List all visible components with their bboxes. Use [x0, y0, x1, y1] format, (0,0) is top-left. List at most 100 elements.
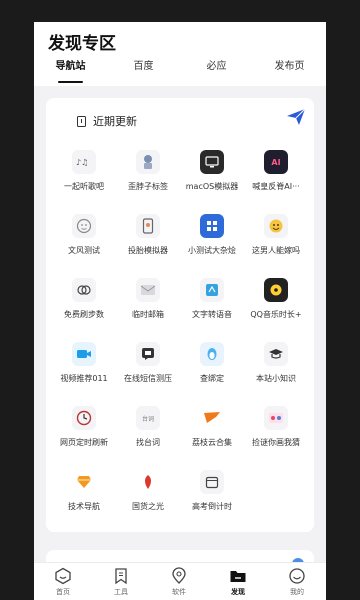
nav-label: 软件 — [172, 588, 186, 596]
folder-icon — [230, 571, 246, 582]
music-disc-icon — [264, 278, 288, 302]
app-label: 技术导航 — [68, 502, 100, 511]
app-item[interactable]: 文字转语音 — [180, 278, 244, 326]
ai-badge-text: AI — [271, 157, 281, 167]
app-label: 高考倒计时 — [192, 502, 232, 511]
app-item[interactable]: 本站小知识 — [244, 342, 308, 390]
mail-icon — [136, 278, 160, 302]
nav-item-mine[interactable]: 我的 — [268, 563, 326, 600]
phone-screen: 发现专区 导航站 百度 必应 发布页 近期更新 ♪♫ 一起听歌吧 歪脖子标签 m… — [34, 22, 326, 600]
nav-item-tools[interactable]: 工具 — [92, 563, 150, 600]
nav-label: 我的 — [290, 588, 304, 596]
app-item[interactable]: 临时邮箱 — [116, 278, 180, 326]
graduation-cap-icon — [264, 342, 288, 366]
app-item[interactable]: macOS模拟器 — [180, 150, 244, 198]
tab-release-page[interactable]: 发布页 — [253, 58, 326, 76]
nav-item-discover[interactable]: 发现 — [209, 563, 267, 600]
script-icon-text: 台词 — [141, 415, 154, 423]
app-item[interactable]: 查绑定 — [180, 342, 244, 390]
location-icon — [172, 567, 186, 584]
tab-bing[interactable]: 必应 — [180, 58, 253, 76]
svg-text:♪♫: ♪♫ — [76, 158, 88, 167]
timer-icon — [72, 406, 96, 430]
leaf-icon — [136, 470, 160, 494]
app-label: 小测试大杂烩 — [188, 246, 236, 255]
bottom-navigation: 首页 工具 软件 发现 我的 — [34, 562, 326, 600]
app-label: 视频推荐011 — [60, 374, 108, 383]
steps-icon — [72, 278, 96, 302]
app-label: 歪脖子标签 — [128, 182, 168, 191]
recent-updates-card: 近期更新 ♪♫ 一起听歌吧 歪脖子标签 macOS模拟器 AI 喊皇反脊AI··… — [46, 98, 314, 532]
app-label: 文风测试 — [68, 246, 100, 255]
app-label: 在线短信测压 — [124, 374, 172, 383]
app-label: 这男人能嫁吗 — [252, 246, 300, 255]
app-item[interactable]: QQ音乐时长+ — [244, 278, 308, 326]
app-item[interactable]: 台词 找台词 — [116, 406, 180, 454]
app-label: 本站小知识 — [256, 374, 296, 383]
app-label: 查绑定 — [200, 374, 224, 383]
app-label: 国货之光 — [132, 502, 164, 511]
header: 发现专区 导航站 百度 必应 发布页 — [34, 22, 326, 86]
card-header: 近期更新 — [77, 113, 137, 129]
app-label: 捡谜你画我猜 — [252, 438, 300, 447]
qq-penguin-icon — [200, 342, 224, 366]
tab-navigation-station[interactable]: 导航站 — [34, 58, 107, 76]
app-item[interactable]: 高考倒计时 — [180, 470, 244, 518]
nav-label: 首页 — [56, 588, 70, 596]
app-item[interactable]: 文风测试 — [52, 214, 116, 262]
home-icon — [55, 567, 71, 585]
app-label: 投胎模拟器 — [128, 246, 168, 255]
app-label: 一起听歌吧 — [64, 182, 104, 191]
emoji-icon — [264, 214, 288, 238]
nav-item-software[interactable]: 软件 — [150, 563, 208, 600]
app-item[interactable]: 小测试大杂烩 — [180, 214, 244, 262]
nav-label: 发现 — [231, 588, 245, 596]
app-label: 荔枝云合集 — [192, 438, 232, 447]
paint-icon — [264, 406, 288, 430]
bookmark-icon — [115, 568, 127, 585]
document-icon — [77, 115, 86, 127]
page-title: 发现专区 — [48, 34, 116, 54]
app-item[interactable]: 技术导航 — [52, 470, 116, 518]
app-item[interactable]: 在线短信测压 — [116, 342, 180, 390]
app-item[interactable]: 荔枝云合集 — [180, 406, 244, 454]
app-item[interactable]: 这男人能嫁吗 — [244, 214, 308, 262]
script-icon: 台词 — [136, 406, 160, 430]
phone-icon — [136, 214, 160, 238]
sms-icon — [136, 342, 160, 366]
send-icon[interactable] — [286, 108, 306, 126]
app-label: 网页定时刷新 — [60, 438, 108, 447]
app-item[interactable]: ♪♫ 一起听歌吧 — [52, 150, 116, 198]
smile-icon — [289, 568, 305, 584]
app-item[interactable]: AI 喊皇反脊AI··· — [244, 150, 308, 198]
music-note-icon: ♪♫ — [72, 150, 96, 174]
app-label: 免费刷步数 — [64, 310, 104, 319]
grid-icon — [200, 214, 224, 238]
app-item[interactable]: 国货之光 — [116, 470, 180, 518]
cloud-flag-icon — [200, 406, 224, 430]
app-label: macOS模拟器 — [185, 182, 239, 191]
app-label: 文字转语音 — [192, 310, 232, 319]
app-label: QQ音乐时长+ — [250, 310, 302, 319]
app-item[interactable]: 投胎模拟器 — [116, 214, 180, 262]
face-icon — [72, 214, 96, 238]
ai-badge-icon: AI — [264, 150, 288, 174]
app-item[interactable]: 视频推荐011 — [52, 342, 116, 390]
app-item[interactable]: 网页定时刷新 — [52, 406, 116, 454]
app-item[interactable]: 免费刷步数 — [52, 278, 116, 326]
app-item[interactable]: 捡谜你画我猜 — [244, 406, 308, 454]
app-item[interactable]: 歪脖子标签 — [116, 150, 180, 198]
robot-icon — [136, 150, 160, 174]
app-label: 找台词 — [136, 438, 160, 447]
nav-label: 工具 — [114, 588, 128, 596]
app-label: 临时邮箱 — [132, 310, 164, 319]
calendar-icon — [200, 470, 224, 494]
nav-item-home[interactable]: 首页 — [34, 563, 92, 600]
app-label: 喊皇反脊AI··· — [252, 182, 300, 191]
translate-icon — [200, 278, 224, 302]
tab-baidu[interactable]: 百度 — [107, 58, 180, 76]
active-tab-indicator — [58, 81, 83, 83]
tab-bar: 导航站 百度 必应 发布页 — [34, 58, 326, 86]
diamond-icon — [72, 470, 96, 494]
video-icon — [72, 342, 96, 366]
